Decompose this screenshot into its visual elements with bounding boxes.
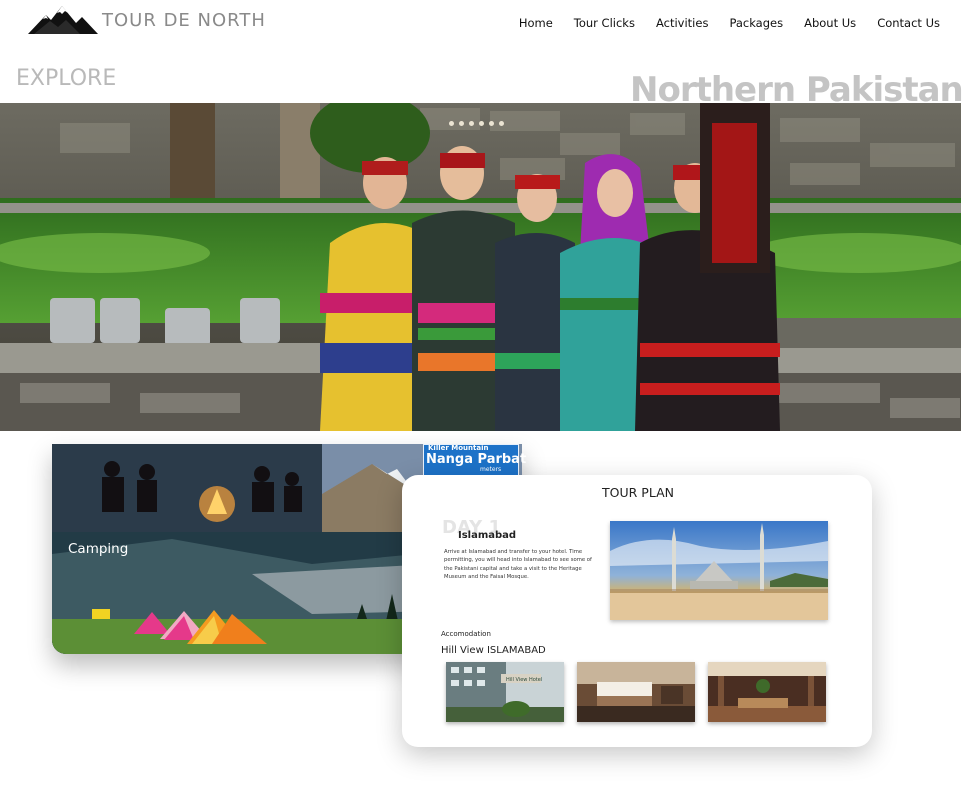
mosque-illustration: [610, 521, 828, 620]
mountain-icon: [28, 6, 98, 34]
region-title: Northern Pakistan: [630, 70, 964, 110]
hero-kalash-girls-illustration: [0, 103, 961, 431]
nav-contact-us[interactable]: Contact Us: [877, 16, 940, 30]
hotel-exterior-illustration: Hill View Hotel: [446, 662, 564, 722]
hotel-name: Hill View ISLAMABAD: [441, 645, 546, 656]
nav-packages[interactable]: Packages: [729, 16, 783, 30]
day-description: Arrive at Islamabad and transfer to your…: [444, 549, 592, 581]
tour-plan-title: TOUR PLAN: [602, 485, 674, 500]
carousel-dots: [449, 121, 504, 126]
carousel-dot[interactable]: [449, 121, 454, 126]
hotel-room-image[interactable]: [577, 662, 695, 722]
city-name: Islamabad: [458, 530, 517, 541]
carousel-dot[interactable]: [479, 121, 484, 126]
explore-heading: EXPLORE: [16, 66, 117, 91]
sign-foot-text: meters: [480, 466, 502, 473]
hotel-lobby-illustration: [708, 662, 826, 722]
hotel-room-illustration: [577, 662, 695, 722]
faisal-mosque-image[interactable]: [610, 521, 828, 620]
brand-logo[interactable]: TOUR DE NORTH: [28, 4, 278, 36]
nav-tour-clicks[interactable]: Tour Clicks: [574, 16, 635, 30]
brand-name: TOUR DE NORTH: [102, 9, 266, 31]
carousel-dot[interactable]: [469, 121, 474, 126]
nav-activities[interactable]: Activities: [656, 16, 708, 30]
accommodation-label: Accomodation: [441, 630, 491, 638]
sign-main-text: Nanga Parbat: [426, 452, 527, 467]
nav-about-us[interactable]: About Us: [804, 16, 856, 30]
carousel-dot[interactable]: [489, 121, 494, 126]
sign-top-text: Killer Mountain: [428, 444, 489, 452]
main-nav: Home Tour Clicks Activities Packages Abo…: [519, 16, 940, 30]
hotel-lobby-image[interactable]: [708, 662, 826, 722]
hotel-exterior-image[interactable]: Hill View Hotel: [446, 662, 564, 722]
carousel-dot[interactable]: [499, 121, 504, 126]
nav-home[interactable]: Home: [519, 16, 553, 30]
carousel-dot[interactable]: [459, 121, 464, 126]
tour-plan-card[interactable]: TOUR PLAN DAY 1 Islamabad Arrive at Isla…: [402, 475, 872, 747]
camping-label: Camping: [68, 541, 129, 557]
hotel-sign-text: Hill View Hotel: [506, 677, 542, 683]
hero-image: [0, 103, 961, 431]
